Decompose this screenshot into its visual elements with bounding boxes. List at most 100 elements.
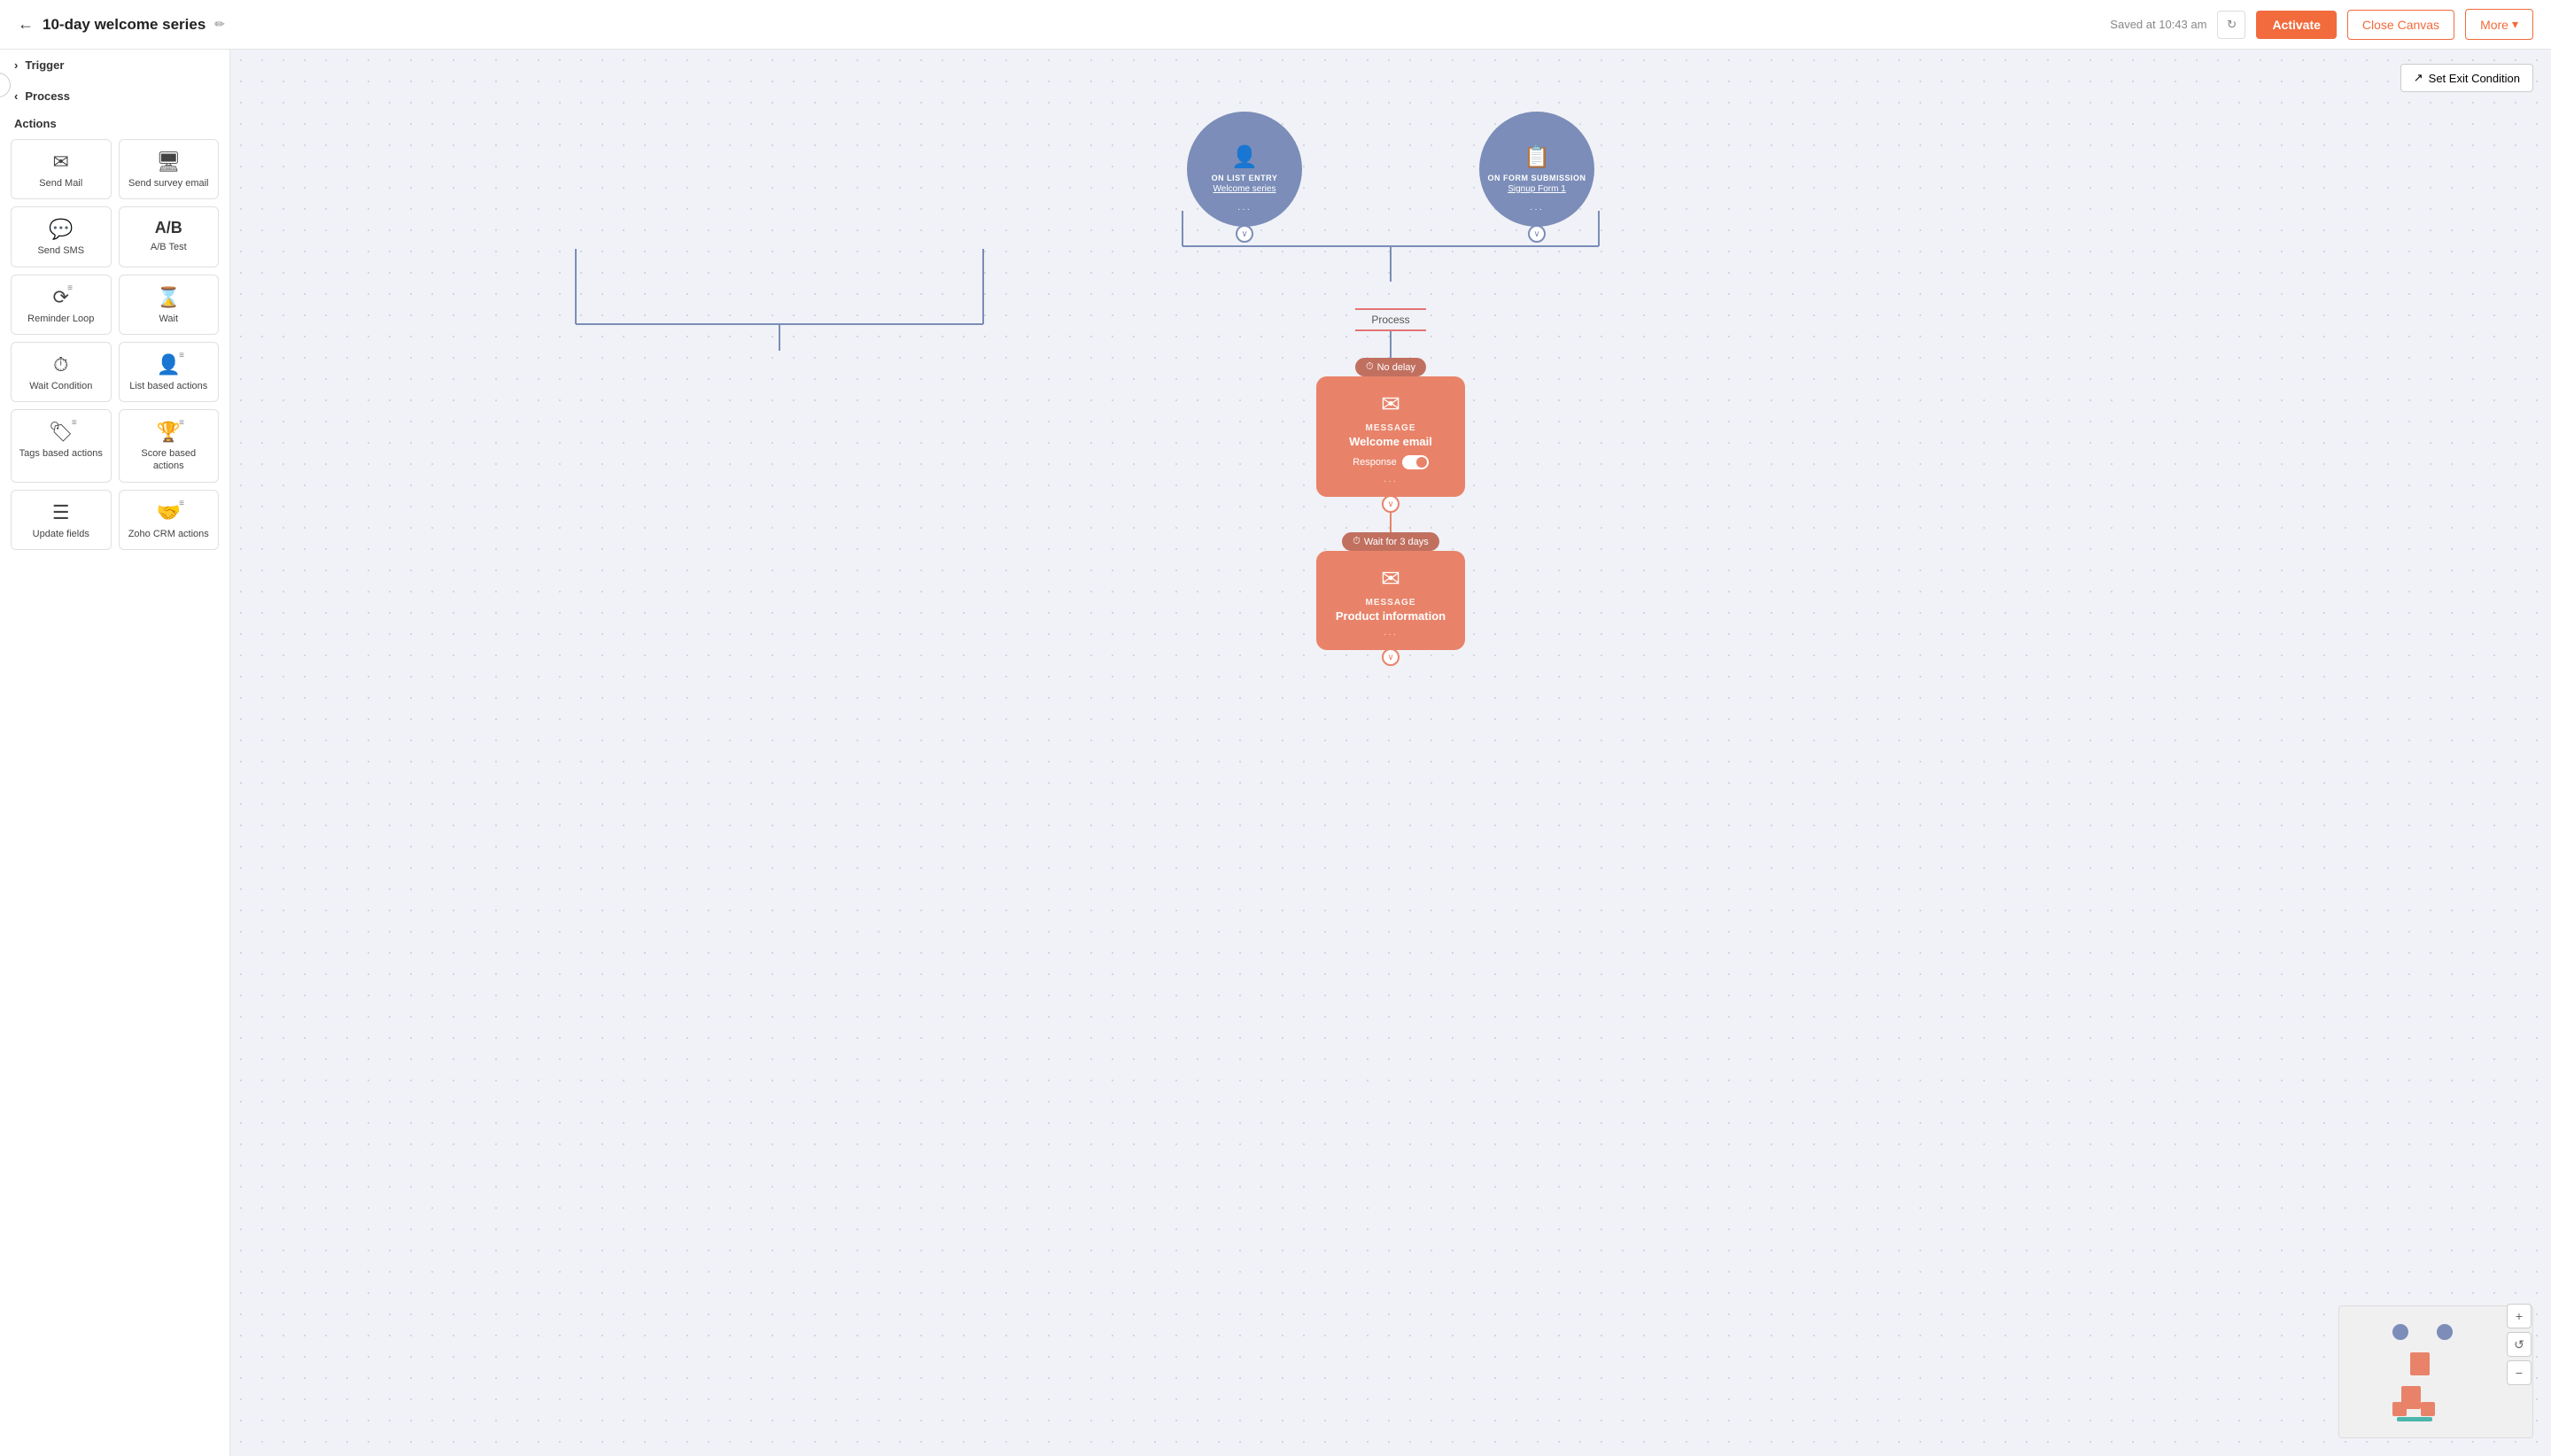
trigger2-subtitle: Signup Form 1	[1508, 184, 1566, 194]
step2-delay-text: Wait for 3 days	[1364, 537, 1429, 547]
trigger2-arrow[interactable]: ∨	[1528, 225, 1546, 243]
process-chevron: ‹	[14, 89, 18, 103]
zoho-crm-label: Zoho CRM actions	[128, 528, 209, 540]
saved-status: Saved at 10:43 am	[2110, 18, 2206, 31]
step1-container: ⏱ No delay ✉ MESSAGE Welcome email Respo…	[1316, 358, 1465, 497]
header-left: ← 10-day welcome series ✏	[18, 15, 225, 34]
page-title: 10-day welcome series	[43, 16, 205, 34]
survey-icon: 🖥	[156, 152, 181, 172]
sidebar-item-send-mail[interactable]: ✉ Send Mail	[11, 139, 112, 199]
step1-delay-badge: ⏱ No delay	[1355, 358, 1426, 376]
ab-test-icon: A/B	[155, 220, 182, 236]
sidebar-item-update-fields[interactable]: ☰ Update fields	[11, 490, 112, 550]
step1-arrow[interactable]: ∨	[1382, 495, 1400, 513]
score-based-label: Score based actions	[127, 447, 212, 473]
sidebar-item-zoho-crm[interactable]: 🤝 ≡ Zoho CRM actions	[119, 490, 220, 550]
trigger1-arrow[interactable]: ∨	[1236, 225, 1253, 243]
step1-node[interactable]: ✉ MESSAGE Welcome email Response ··· ∨	[1316, 376, 1465, 497]
clock-icon-1: ⏱	[1366, 361, 1374, 373]
connector-v-1	[1390, 331, 1392, 358]
step2-type: MESSAGE	[1365, 598, 1415, 608]
trigger2-title: ON FORM SUBMISSION	[1487, 174, 1586, 182]
send-mail-label: Send Mail	[39, 177, 82, 190]
refresh-button[interactable]: ↻	[2217, 11, 2245, 39]
trigger1-subtitle: Welcome series	[1213, 184, 1276, 194]
sidebar-item-tags-based-actions[interactable]: 🏷 ≡ Tags based actions	[11, 409, 112, 483]
process-label: Process	[25, 89, 70, 103]
actions-label: Actions	[0, 112, 229, 139]
process-section: Process ⏱ No delay ✉ MESSAGE Welcome ema…	[1125, 308, 1656, 650]
sidebar: ‹ › Trigger ‹ Process Actions ✉ Send Mai…	[0, 50, 230, 1456]
close-canvas-button[interactable]: Close Canvas	[2347, 10, 2454, 40]
sidebar-item-ab-test[interactable]: A/B A/B Test	[119, 206, 220, 267]
sidebar-item-send-survey-email[interactable]: 🖥 Send survey email	[119, 139, 220, 199]
exit-icon: ↗	[2414, 71, 2423, 85]
activate-button[interactable]: Activate	[2256, 11, 2336, 39]
main-layout: ‹ › Trigger ‹ Process Actions ✉ Send Mai…	[0, 50, 2551, 1456]
response-label: Response	[1353, 457, 1397, 468]
reminder-loop-label: Reminder Loop	[27, 313, 94, 325]
step2-mail-icon: ✉	[1381, 565, 1400, 592]
zoom-in-button[interactable]: +	[2507, 1304, 2532, 1328]
send-survey-label: Send survey email	[128, 177, 209, 190]
trigger-to-process-svg	[1125, 211, 1656, 282]
step2-dots: ···	[1384, 630, 1398, 639]
mail-icon: ✉	[53, 152, 69, 172]
edit-icon[interactable]: ✏	[214, 17, 225, 32]
wait-label: Wait	[159, 313, 178, 325]
update-fields-label: Update fields	[33, 528, 89, 540]
list-based-label: List based actions	[129, 380, 207, 392]
sidebar-item-send-sms[interactable]: 💬 Send SMS	[11, 206, 112, 267]
trigger-nodes-row: 👤 ON LIST ENTRY Welcome series ··· ∨ 📋 O…	[1125, 112, 1656, 227]
sidebar-process-section[interactable]: ‹ Process	[0, 81, 229, 112]
zoho-crm-icon: 🤝 ≡	[157, 503, 181, 523]
trigger-node-2[interactable]: 📋 ON FORM SUBMISSION Signup Form 1 ··· ∨	[1479, 112, 1594, 227]
tags-based-icon: 🏷 ≡	[49, 422, 74, 442]
set-exit-condition-button[interactable]: ↗ Set Exit Condition	[2400, 64, 2533, 92]
trigger-label: Trigger	[25, 58, 64, 72]
mini-rect-b1	[2392, 1402, 2407, 1416]
zoom-controls: + ↺ −	[2507, 1304, 2532, 1385]
score-based-icon: 🏆 ≡	[157, 422, 181, 442]
ab-test-label: A/B Test	[151, 241, 187, 253]
sidebar-item-wait-condition[interactable]: ⏱ Wait Condition	[11, 342, 112, 402]
canvas: ↗ Set Exit Condition 👤 ON LIST ENTRY	[230, 50, 2551, 1456]
wait-condition-icon: ⏱	[53, 355, 68, 375]
zoom-out-button[interactable]: −	[2507, 1360, 2532, 1385]
send-sms-label: Send SMS	[37, 244, 84, 257]
mini-rect-b2	[2421, 1402, 2435, 1416]
sidebar-item-score-based-actions[interactable]: 🏆 ≡ Score based actions	[119, 409, 220, 483]
step1-response-row: Response	[1353, 455, 1429, 469]
step1-type: MESSAGE	[1365, 423, 1415, 433]
wait-condition-label: Wait Condition	[29, 380, 92, 392]
response-toggle[interactable]	[1402, 455, 1429, 469]
header: ← 10-day welcome series ✏ Saved at 10:43…	[0, 0, 2551, 50]
form-icon: 📋	[1524, 144, 1550, 170]
trigger-chevron: ›	[14, 58, 18, 72]
back-button[interactable]: ←	[18, 15, 34, 34]
trigger-node-1[interactable]: 👤 ON LIST ENTRY Welcome series ··· ∨	[1187, 112, 1302, 227]
trigger1-dots: ···	[1237, 205, 1252, 214]
tags-based-label: Tags based actions	[19, 447, 103, 460]
mini-map: ✕	[2338, 1305, 2533, 1438]
mini-teal-bar	[2397, 1417, 2432, 1421]
sidebar-item-reminder-loop[interactable]: ⟳ ≡ Reminder Loop	[11, 275, 112, 335]
reminder-loop-icon: ⟳ ≡	[53, 288, 69, 307]
sidebar-item-wait[interactable]: ⌛ Wait	[119, 275, 220, 335]
zoom-reset-button[interactable]: ↺	[2507, 1332, 2532, 1357]
mini-dot-trigger1	[2392, 1324, 2408, 1340]
process-label: Process	[1361, 310, 1420, 329]
actions-grid: ✉ Send Mail 🖥 Send survey email 💬 Send S…	[0, 139, 229, 557]
step2-node[interactable]: ✉ MESSAGE Product information ··· ∨	[1316, 551, 1465, 650]
step2-container: ⏱ Wait for 3 days ✉ MESSAGE Product info…	[1316, 532, 1465, 650]
step1-name: Welcome email	[1349, 435, 1432, 448]
step1-mail-icon: ✉	[1381, 391, 1400, 418]
more-button[interactable]: More ▾	[2465, 9, 2533, 40]
trigger2-dots: ···	[1530, 205, 1544, 214]
step2-arrow[interactable]: ∨	[1382, 648, 1400, 666]
step1-delay-text: No delay	[1377, 362, 1415, 373]
sidebar-trigger-section[interactable]: › Trigger	[0, 50, 229, 81]
step2-name: Product information	[1336, 609, 1446, 623]
trigger1-title: ON LIST ENTRY	[1212, 174, 1278, 182]
sidebar-item-list-based-actions[interactable]: 👤 ≡ List based actions	[119, 342, 220, 402]
